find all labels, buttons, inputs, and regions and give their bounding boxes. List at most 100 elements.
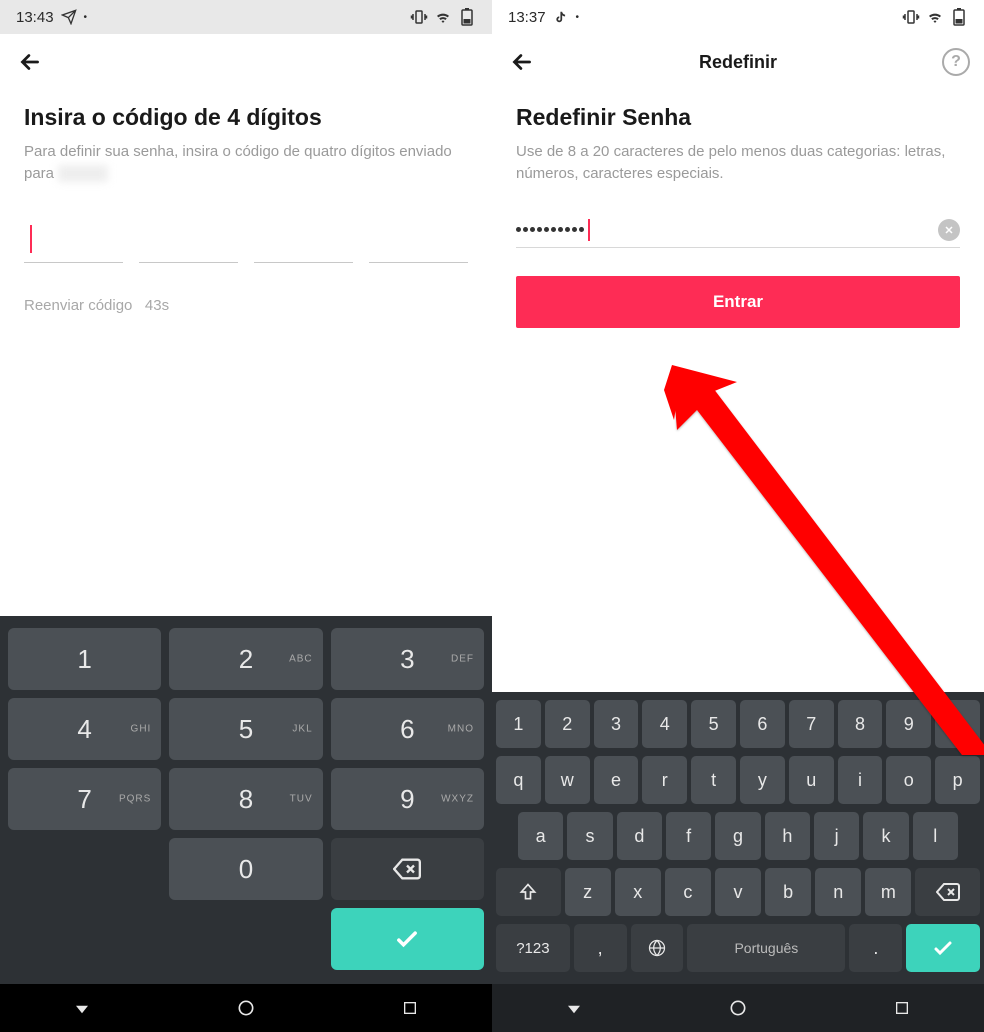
numkey-confirm[interactable]: [331, 908, 484, 970]
key-period[interactable]: .: [849, 924, 902, 972]
app-bar: [0, 34, 492, 90]
status-time: 13:37: [508, 9, 546, 26]
key-e[interactable]: e: [594, 756, 639, 804]
code-digit-2[interactable]: [139, 219, 238, 263]
key-n[interactable]: n: [815, 868, 861, 916]
status-dot: •: [576, 12, 580, 23]
numkey-4[interactable]: 4GHI: [8, 698, 161, 760]
key-shift[interactable]: [496, 868, 561, 916]
key-2[interactable]: 2: [545, 700, 590, 748]
status-bar: 13:37 •: [492, 0, 984, 34]
phone-screen-code-entry: 13:43 • Insira o código de 4 dígitos Par…: [0, 0, 492, 1032]
key-symbols[interactable]: ?123: [496, 924, 570, 972]
status-dot: •: [84, 12, 88, 23]
key-o[interactable]: o: [886, 756, 931, 804]
numkey-6[interactable]: 6MNO: [331, 698, 484, 760]
key-u[interactable]: u: [789, 756, 834, 804]
code-digit-3[interactable]: [254, 219, 353, 263]
key-m[interactable]: m: [865, 868, 911, 916]
key-language[interactable]: [631, 924, 684, 972]
help-button[interactable]: ?: [942, 48, 970, 76]
numkey-5[interactable]: 5JKL: [169, 698, 322, 760]
key-space[interactable]: Português: [687, 924, 845, 972]
key-backspace[interactable]: [915, 868, 980, 916]
appbar-title: Redefinir: [699, 52, 777, 73]
resend-label[interactable]: Reenviar código: [24, 297, 132, 314]
numkey-8[interactable]: 8TUV: [169, 768, 322, 830]
key-5[interactable]: 5: [691, 700, 736, 748]
numkey-9[interactable]: 9WXYZ: [331, 768, 484, 830]
numkey-0[interactable]: 0: [169, 838, 322, 900]
key-d[interactable]: d: [617, 812, 662, 860]
nav-back[interactable]: [62, 988, 102, 1028]
code-digit-1[interactable]: [24, 219, 123, 263]
key-4[interactable]: 4: [642, 700, 687, 748]
numkey-backspace[interactable]: [331, 838, 484, 900]
key-w[interactable]: w: [545, 756, 590, 804]
key-k[interactable]: k: [863, 812, 908, 860]
nav-home[interactable]: [718, 988, 758, 1028]
code-digit-4[interactable]: [369, 219, 468, 263]
key-9[interactable]: 9: [886, 700, 931, 748]
key-t[interactable]: t: [691, 756, 736, 804]
nav-back[interactable]: [554, 988, 594, 1028]
page-heading: Insira o código de 4 dígitos: [24, 104, 468, 131]
page-subtext: Para definir sua senha, insira o código …: [24, 141, 468, 185]
key-c[interactable]: c: [665, 868, 711, 916]
numkey-blank: [8, 838, 161, 900]
android-navbar: [0, 984, 492, 1032]
key-0[interactable]: 0: [935, 700, 980, 748]
page-subtext: Use de 8 a 20 caracteres de pelo menos d…: [516, 141, 960, 185]
key-7[interactable]: 7: [789, 700, 834, 748]
numkey-3[interactable]: 3DEF: [331, 628, 484, 690]
key-3[interactable]: 3: [594, 700, 639, 748]
key-h[interactable]: h: [765, 812, 810, 860]
password-input[interactable]: [516, 219, 938, 241]
key-g[interactable]: g: [715, 812, 760, 860]
battery-icon: [950, 8, 968, 26]
key-r[interactable]: r: [642, 756, 687, 804]
key-s[interactable]: s: [567, 812, 612, 860]
key-comma[interactable]: ,: [574, 924, 627, 972]
content-area: Insira o código de 4 dígitos Para defini…: [0, 90, 492, 616]
key-j[interactable]: j: [814, 812, 859, 860]
key-8[interactable]: 8: [838, 700, 883, 748]
tiktok-icon: [552, 8, 570, 26]
numkey-7[interactable]: 7PQRS: [8, 768, 161, 830]
key-x[interactable]: x: [615, 868, 661, 916]
resend-timer: 43s: [145, 297, 169, 314]
redacted-phone: [58, 165, 107, 182]
key-b[interactable]: b: [765, 868, 811, 916]
numkey-2[interactable]: 2ABC: [169, 628, 322, 690]
key-z[interactable]: z: [565, 868, 611, 916]
key-y[interactable]: y: [740, 756, 785, 804]
key-q[interactable]: q: [496, 756, 541, 804]
content-area: Redefinir Senha Use de 8 a 20 caracteres…: [492, 90, 984, 692]
key-confirm[interactable]: [906, 924, 980, 972]
key-p[interactable]: p: [935, 756, 980, 804]
key-6[interactable]: 6: [740, 700, 785, 748]
key-i[interactable]: i: [838, 756, 883, 804]
nav-recent[interactable]: [390, 988, 430, 1028]
clear-input-button[interactable]: [938, 219, 960, 241]
qwerty-keyboard: 1234567890 qwertyuiop asdfghjkl zxcvbnm …: [492, 692, 984, 984]
key-a[interactable]: a: [518, 812, 563, 860]
password-field-row: [516, 219, 960, 248]
nav-recent[interactable]: [882, 988, 922, 1028]
nav-home[interactable]: [226, 988, 266, 1028]
app-bar: Redefinir ?: [492, 34, 984, 90]
key-1[interactable]: 1: [496, 700, 541, 748]
status-bar: 13:43 •: [0, 0, 492, 34]
key-v[interactable]: v: [715, 868, 761, 916]
key-l[interactable]: l: [913, 812, 958, 860]
back-button[interactable]: [506, 46, 538, 78]
resend-row: Reenviar código 43s: [24, 297, 468, 314]
numeric-keypad: 12ABC3DEF 4GHI5JKL6MNO 7PQRS8TUV9WXYZ 0: [0, 616, 492, 984]
wifi-icon: [926, 8, 944, 26]
submit-button[interactable]: Entrar: [516, 276, 960, 328]
phone-screen-reset-password: 13:37 • Redefinir ? Redefinir Senha Use …: [492, 0, 984, 1032]
numkey-1[interactable]: 1: [8, 628, 161, 690]
back-button[interactable]: [14, 46, 46, 78]
key-f[interactable]: f: [666, 812, 711, 860]
numkey-blank3: [169, 908, 322, 970]
